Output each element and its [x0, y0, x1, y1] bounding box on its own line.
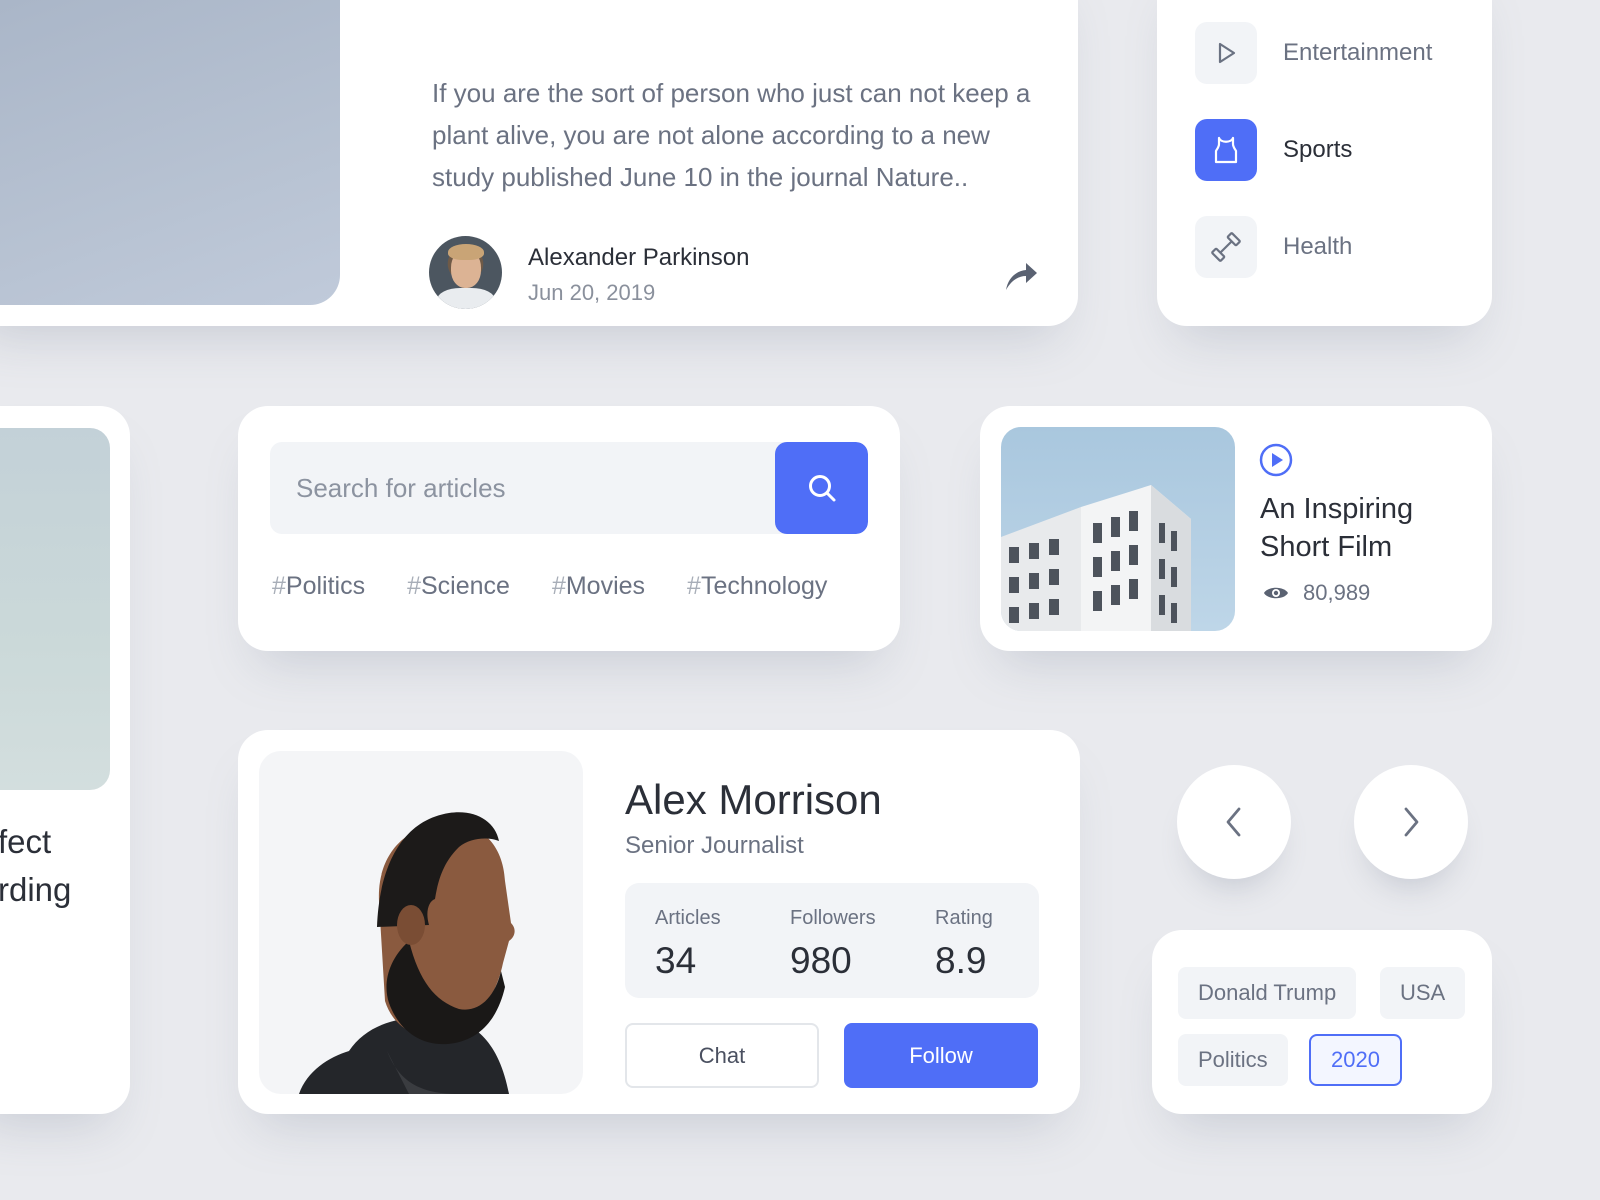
category-health[interactable]: Health — [1195, 216, 1352, 278]
profile-role: Senior Journalist — [625, 832, 804, 859]
profile-name: Alex Morrison — [625, 776, 882, 823]
stat-rating: Rating 8.9 — [935, 907, 993, 982]
profile-card: Alex Morrison Senior Journalist Articles… — [238, 730, 1080, 1114]
topic-chip-usa[interactable]: USA — [1380, 967, 1466, 1019]
topic-chip-politics[interactable]: Politics — [1178, 1034, 1288, 1086]
chevron-left-icon — [1226, 807, 1241, 837]
stat-articles: Articles 34 — [655, 907, 721, 982]
hashtag-list: #Politics #Science #Movies #Technology — [272, 572, 827, 601]
article-image — [0, 0, 340, 305]
category-sports[interactable]: Sports — [1195, 119, 1352, 181]
article-excerpt: If you are the sort of person who just c… — [432, 78, 1031, 192]
stat-value: 980 — [790, 940, 852, 981]
category-label: Health — [1283, 233, 1353, 260]
partial-article-image — [0, 428, 110, 790]
topic-chip-2020[interactable]: 2020 — [1309, 1034, 1402, 1086]
video-views: 80,989 — [1263, 580, 1370, 606]
hashtag-politics[interactable]: #Politics — [272, 572, 365, 601]
share-arrow-icon[interactable] — [1000, 256, 1040, 296]
category-label: Sports — [1283, 136, 1353, 163]
stat-followers: Followers 980 — [790, 907, 876, 982]
eye-icon — [1264, 587, 1288, 599]
partial-title-line: fect — [0, 823, 52, 860]
video-title[interactable]: An Inspiring Short Film — [1260, 490, 1460, 566]
topic-chips-card: Donald Trump USA Politics 2020 — [1152, 930, 1492, 1114]
category-label: Entertainment — [1283, 39, 1433, 66]
hashtag-movies[interactable]: #Movies — [552, 572, 645, 601]
follow-button[interactable]: Follow — [844, 1023, 1038, 1088]
stat-label: Rating — [935, 907, 993, 929]
search-card: #Politics #Science #Movies #Technology — [238, 406, 900, 651]
categories-card: Entertainment Sports Health — [1157, 0, 1492, 326]
partial-article-title: fect rding — [0, 818, 71, 914]
ui-kit-canvas: If you are the sort of person who just c… — [0, 0, 1600, 1200]
video-card: An Inspiring Short Film 80,989 — [980, 406, 1492, 651]
author-avatar[interactable] — [429, 236, 502, 309]
category-entertainment[interactable]: Entertainment — [1195, 22, 1432, 84]
profile-stats: Articles 34 Followers 980 Rating 8.9 — [625, 883, 1039, 998]
video-thumbnail[interactable] — [1001, 427, 1235, 631]
topic-chip-donald-trump[interactable]: Donald Trump — [1178, 967, 1357, 1019]
hashtag-science[interactable]: #Science — [407, 572, 510, 601]
stat-label: Articles — [655, 907, 721, 929]
jersey-icon — [1195, 119, 1257, 181]
author-name[interactable]: Alexander Parkinson — [528, 244, 749, 272]
dumbbell-icon — [1195, 216, 1257, 278]
partial-title-line: rding — [0, 871, 72, 908]
next-button[interactable] — [1354, 765, 1468, 879]
hashtag-technology[interactable]: #Technology — [687, 572, 827, 601]
profile-photo — [259, 751, 583, 1094]
chevron-right-icon — [1404, 807, 1419, 837]
stat-value: 34 — [655, 940, 697, 981]
search-icon — [808, 475, 835, 502]
search-button[interactable] — [775, 442, 868, 534]
chat-button[interactable]: Chat — [625, 1023, 819, 1088]
article-date: Jun 20, 2019 — [528, 280, 656, 305]
play-circle-icon[interactable] — [1259, 443, 1293, 477]
play-icon — [1195, 22, 1257, 84]
search-box — [270, 442, 868, 534]
view-count: 80,989 — [1303, 580, 1371, 605]
search-input[interactable] — [270, 442, 776, 534]
stat-value: 8.9 — [935, 940, 987, 981]
stat-label: Followers — [790, 907, 876, 929]
previous-button[interactable] — [1177, 765, 1291, 879]
